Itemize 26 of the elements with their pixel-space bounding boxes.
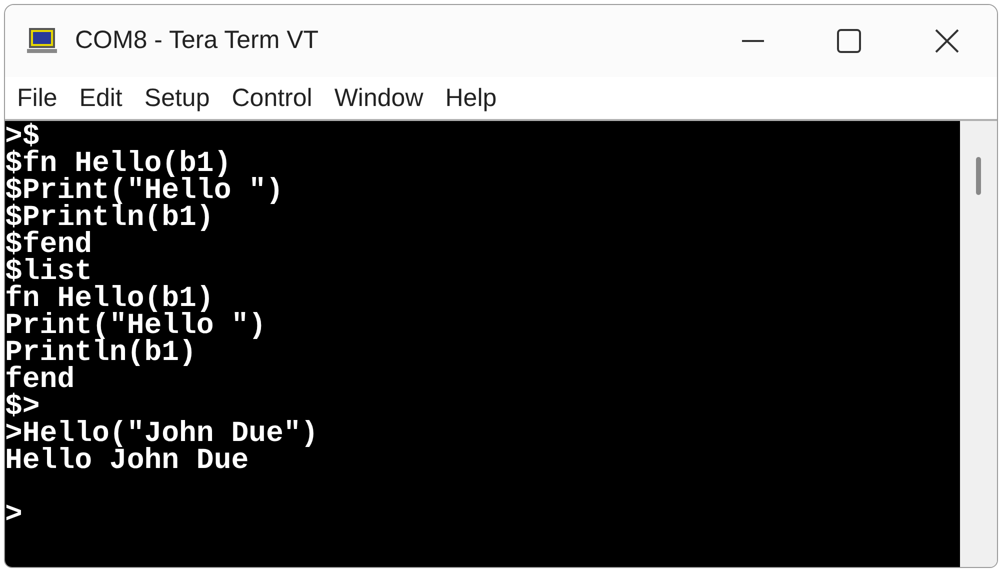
menu-item[interactable]: Control [224, 83, 320, 113]
terminal-line: Print("Hello ") [5, 311, 266, 340]
menu-item[interactable]: Setup [136, 83, 218, 113]
scrollbar-thumb[interactable] [976, 157, 981, 195]
minimize-icon [742, 40, 764, 42]
terminal-line: $list [5, 257, 92, 286]
menu-item[interactable]: Help [437, 83, 505, 113]
terminal-prompt: > [5, 500, 22, 529]
window-title: COM8 - Tera Term VT [75, 25, 319, 56]
menu-item[interactable]: Edit [71, 83, 130, 113]
close-icon [935, 29, 959, 53]
terminal-line: $fend [5, 230, 92, 259]
terminal-line: >Hello("John Due") [5, 419, 318, 448]
menu-item[interactable]: File [9, 83, 66, 113]
terminal-icon [27, 28, 57, 54]
terminal-line: $> [5, 392, 40, 421]
terminal-line: fn Hello(b1) [5, 284, 214, 313]
terminal-line: fend [5, 365, 75, 394]
maximize-icon [837, 29, 861, 53]
terminal-line: $Println(b1) [5, 203, 214, 232]
terminal-line: $Print("Hello ") [5, 176, 284, 205]
terminal-line: $fn Hello(b1) [5, 149, 232, 178]
terminal-line: >$ [5, 122, 40, 151]
terminal-line: Println(b1) [5, 338, 196, 367]
terminal-line: Hello John Due [5, 446, 249, 475]
menu-item[interactable]: Window [326, 83, 432, 113]
